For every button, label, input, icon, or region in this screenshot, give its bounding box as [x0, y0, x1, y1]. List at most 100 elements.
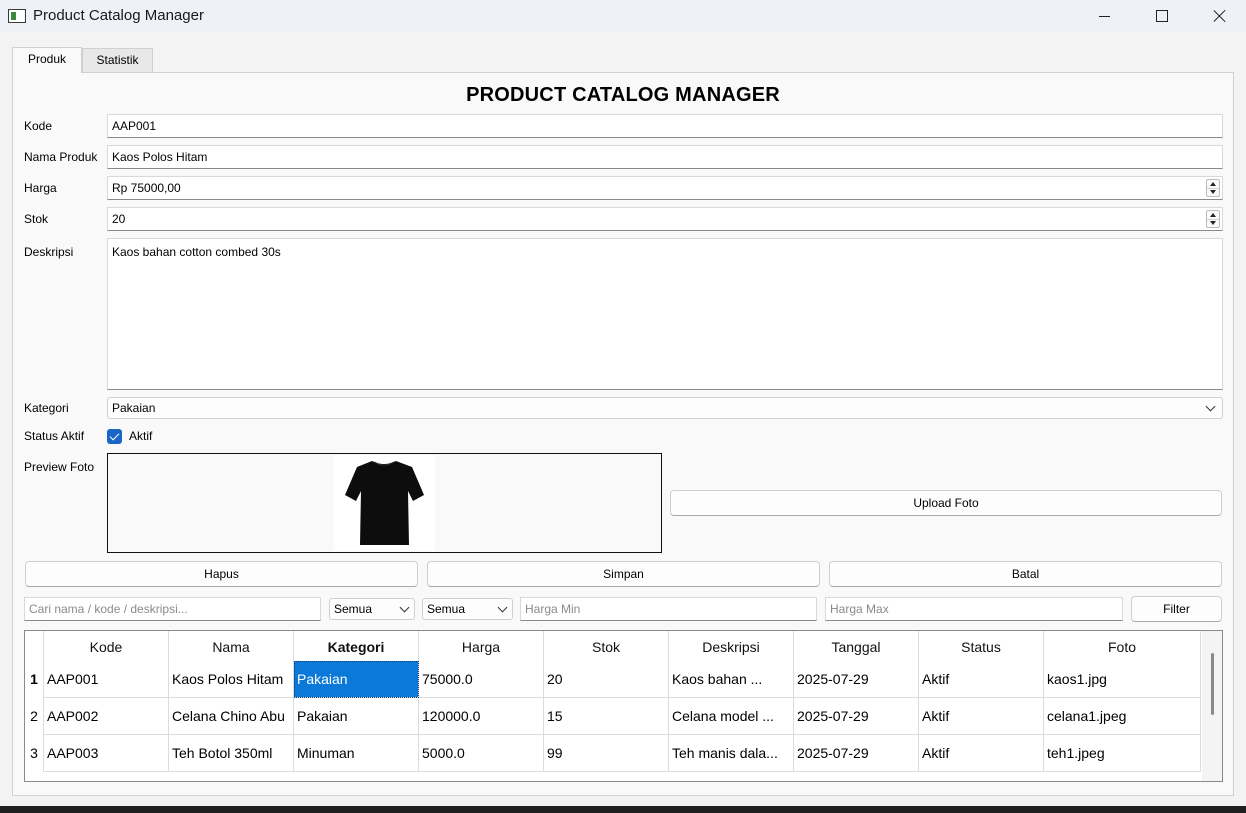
table-corner[interactable]	[25, 631, 44, 664]
deskripsi-label: Deskripsi	[24, 245, 74, 259]
column-header-kategori[interactable]: Kategori	[294, 631, 419, 664]
table-cell[interactable]: AAP003	[44, 735, 169, 772]
harga-max-input[interactable]: Harga Max	[825, 597, 1123, 621]
minimize-icon	[1098, 15, 1110, 17]
search-placeholder: Cari nama / kode / deskripsi...	[29, 602, 188, 616]
simpan-button[interactable]: Simpan	[427, 561, 820, 587]
table-cell[interactable]: teh1.jpeg	[1044, 735, 1201, 772]
table-cell[interactable]: AAP001	[44, 661, 169, 698]
table-cell[interactable]: 20	[544, 661, 669, 698]
table-cell[interactable]: 2025-07-29	[794, 735, 919, 772]
table-cell[interactable]: 15	[544, 698, 669, 735]
table-cell[interactable]: 5000.0	[419, 735, 544, 772]
maximize-icon	[1156, 10, 1168, 22]
harga-stepper[interactable]	[1206, 179, 1220, 197]
row-header[interactable]: 3	[25, 735, 44, 772]
table-cell[interactable]: Aktif	[919, 735, 1044, 772]
table-cell[interactable]: Aktif	[919, 661, 1044, 698]
search-input[interactable]: Cari nama / kode / deskripsi...	[24, 597, 321, 621]
upload-foto-button[interactable]: Upload Foto	[670, 490, 1222, 516]
chevron-down-icon	[497, 602, 508, 613]
stok-stepper[interactable]	[1206, 210, 1220, 228]
table-cell[interactable]: 75000.0	[419, 661, 544, 698]
table-cell[interactable]: 99	[544, 735, 669, 772]
table-cell[interactable]: 2025-07-29	[794, 661, 919, 698]
batal-button[interactable]: Batal	[829, 561, 1222, 587]
nama-produk-value: Kaos Polos Hitam	[112, 150, 208, 164]
status-aktif-checkbox[interactable]	[107, 429, 122, 444]
row-header[interactable]: 1	[25, 661, 44, 698]
hapus-button[interactable]: Hapus	[25, 561, 418, 587]
harga-max-placeholder: Harga Max	[830, 602, 889, 616]
table-cell[interactable]: Kaos Polos Hitam	[169, 661, 294, 698]
spin-down-icon[interactable]	[1210, 190, 1216, 194]
kode-label: Kode	[24, 119, 53, 133]
filter-button[interactable]: Filter	[1131, 596, 1222, 622]
tab-statistik[interactable]: Statistik	[82, 48, 153, 72]
table-cell[interactable]: Celana Chino Abu	[169, 698, 294, 735]
harga-label: Harga	[24, 181, 57, 195]
spin-down-icon[interactable]	[1210, 221, 1216, 225]
table-cell[interactable]: 120000.0	[419, 698, 544, 735]
tshirt-image	[345, 461, 424, 545]
table-scrollbar[interactable]	[1202, 631, 1222, 781]
close-icon	[1213, 9, 1227, 23]
product-table[interactable]: Kode Nama Kategori Harga Stok Deskripsi …	[24, 630, 1223, 782]
harga-min-input[interactable]: Harga Min	[520, 597, 817, 621]
deskripsi-textarea[interactable]: Kaos bahan cotton combed 30s	[107, 238, 1223, 390]
table-cell[interactable]: celana1.jpeg	[1044, 698, 1201, 735]
nama-produk-input[interactable]: Kaos Polos Hitam	[107, 145, 1223, 169]
filter-kategori-value: Semua	[334, 602, 373, 616]
column-header-tanggal[interactable]: Tanggal	[794, 631, 919, 664]
spin-up-icon[interactable]	[1210, 213, 1216, 217]
kategori-value: Pakaian	[112, 401, 156, 415]
maximize-button[interactable]	[1133, 0, 1191, 32]
table-cell[interactable]: Pakaian	[294, 698, 419, 735]
scrollbar-thumb[interactable]	[1211, 653, 1214, 715]
column-header-stok[interactable]: Stok	[544, 631, 669, 664]
harga-value: Rp 75000,00	[112, 181, 181, 195]
table-cell[interactable]: AAP002	[44, 698, 169, 735]
column-header-status[interactable]: Status	[919, 631, 1044, 664]
table-cell-selected[interactable]: Pakaian	[294, 661, 419, 698]
status-aktif-checkbox-label[interactable]: Aktif	[129, 429, 152, 443]
window-bottom-edge	[0, 806, 1246, 813]
harga-spinbox[interactable]: Rp 75000,00	[107, 176, 1223, 200]
column-header-nama[interactable]: Nama	[169, 631, 294, 664]
kode-input[interactable]: AAP001	[107, 114, 1223, 138]
column-header-harga[interactable]: Harga	[419, 631, 544, 664]
minimize-button[interactable]	[1075, 0, 1133, 32]
column-header-kode[interactable]: Kode	[44, 631, 169, 664]
window-title: Product Catalog Manager	[33, 7, 204, 24]
filter-status-select[interactable]: Semua	[422, 598, 513, 620]
table-cell[interactable]: Teh Botol 350ml	[169, 735, 294, 772]
title-bar: Product Catalog Manager	[0, 0, 1246, 32]
column-header-deskripsi[interactable]: Deskripsi	[669, 631, 794, 664]
tab-produk[interactable]: Produk	[12, 47, 82, 73]
kategori-select[interactable]: Pakaian	[107, 397, 1223, 419]
table-cell[interactable]: kaos1.jpg	[1044, 661, 1201, 698]
app-icon	[8, 9, 26, 23]
chevron-down-icon	[1205, 401, 1216, 412]
spin-up-icon[interactable]	[1210, 182, 1216, 186]
table-cell[interactable]: Celana model ...	[669, 698, 794, 735]
table-cell[interactable]: 2025-07-29	[794, 698, 919, 735]
row-header[interactable]: 2	[25, 698, 44, 735]
stok-label: Stok	[24, 212, 49, 226]
table-cell[interactable]: Aktif	[919, 698, 1044, 735]
kode-value: AAP001	[112, 119, 157, 133]
stok-spinbox[interactable]: 20	[107, 207, 1223, 231]
table-cell[interactable]: Kaos bahan ...	[669, 661, 794, 698]
table-cell[interactable]: Minuman	[294, 735, 419, 772]
product-photo	[334, 455, 435, 551]
table-cell[interactable]: Teh manis dala...	[669, 735, 794, 772]
page-title: PRODUCT CATALOG MANAGER	[466, 84, 780, 106]
close-button[interactable]	[1191, 0, 1246, 32]
deskripsi-value: Kaos bahan cotton combed 30s	[112, 245, 281, 259]
filter-status-value: Semua	[427, 602, 466, 616]
column-header-foto[interactable]: Foto	[1044, 631, 1201, 664]
filter-kategori-select[interactable]: Semua	[329, 598, 415, 620]
photo-preview	[107, 453, 662, 553]
stok-value: 20	[112, 212, 126, 226]
chevron-down-icon	[399, 602, 410, 613]
